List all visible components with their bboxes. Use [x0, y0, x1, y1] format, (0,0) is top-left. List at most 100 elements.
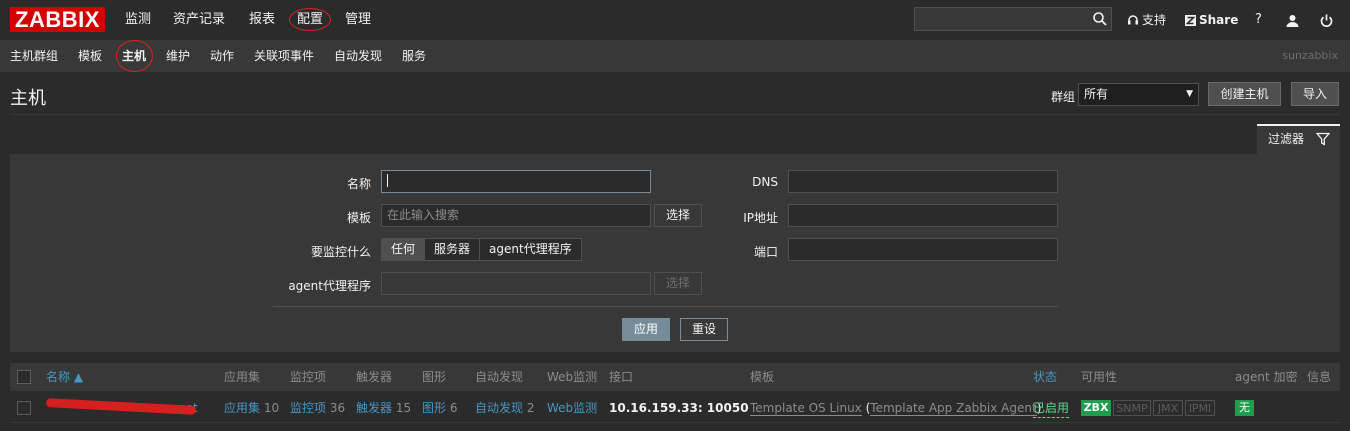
template-select-button[interactable]: 选择 — [654, 204, 702, 227]
monitored-by-label: 要监控什么 — [310, 245, 371, 259]
subnav-correlation[interactable]: 关联项事件 — [254, 40, 314, 72]
table-header: 名称 ▲ 应用集 监控项 触发器 图形 自动发现 Web监测 接口 模板 状态 … — [10, 363, 1340, 391]
text-caret — [387, 174, 388, 187]
proxy-label: agent代理程序 — [288, 279, 371, 293]
discovery-link[interactable]: 自动发现 — [475, 401, 523, 415]
triggers-link[interactable]: 触发器 — [356, 401, 392, 415]
group-select-value: 所有 — [1084, 87, 1109, 101]
subnav-templates[interactable]: 模板 — [78, 40, 102, 72]
nav-inventory[interactable]: 资产记录 — [173, 0, 225, 40]
headset-icon — [1128, 15, 1138, 25]
ip-input[interactable] — [788, 204, 1058, 227]
subnav-services[interactable]: 服务 — [402, 40, 426, 72]
current-user: sunzabbix — [1282, 49, 1338, 62]
zabbix-logo[interactable]: ZABBIX — [10, 7, 105, 32]
nav-monitoring[interactable]: 监测 — [125, 0, 151, 40]
filter-icon — [1316, 132, 1330, 146]
search-input[interactable] — [914, 7, 1112, 31]
filter-panel — [10, 154, 1340, 352]
nav-reports[interactable]: 报表 — [249, 0, 275, 40]
subnav-discovery[interactable]: 自动发现 — [334, 40, 382, 72]
col-availability: 可用性 — [1081, 370, 1118, 384]
col-discovery: 自动发现 — [475, 370, 524, 384]
support-link[interactable]: 支持 — [1127, 0, 1166, 40]
support-label: 支持 — [1142, 13, 1167, 27]
user-icon — [1286, 14, 1299, 27]
col-applications: 应用集 — [224, 370, 261, 384]
name-input[interactable] — [381, 170, 651, 193]
monitored-by-proxy[interactable]: agent代理程序 — [480, 239, 581, 260]
snmp-availability-badge: SNMP — [1113, 400, 1151, 416]
create-host-button[interactable]: 创建主机 — [1208, 82, 1281, 106]
col-info: 信息 — [1307, 370, 1332, 384]
zabbix-share-icon — [1185, 14, 1196, 26]
monitored-by-any[interactable]: 任何 — [382, 239, 426, 260]
applications-link[interactable]: 应用集 — [224, 401, 260, 415]
filter-tab-label: 过滤器 — [1268, 132, 1305, 146]
monitored-by-server[interactable]: 服务器 — [425, 239, 481, 260]
name-label: 名称 — [346, 177, 371, 191]
search-icon[interactable] — [1092, 11, 1108, 27]
discovery-count: 2 — [526, 401, 535, 415]
proxy-input — [381, 272, 651, 295]
dns-input[interactable] — [788, 170, 1058, 193]
col-items: 监控项 — [290, 370, 327, 384]
profile-link[interactable] — [1286, 0, 1299, 40]
sign-out-link[interactable] — [1320, 0, 1333, 40]
page-title: 主机 — [10, 88, 46, 109]
status-enabled-link[interactable]: 已启用 — [1033, 397, 1070, 418]
encryption-badge: 无 — [1235, 400, 1254, 416]
port-input[interactable] — [788, 238, 1058, 261]
items-link[interactable]: 监控项 — [290, 401, 326, 415]
share-link[interactable]: Share — [1185, 0, 1238, 40]
items-count: 36 — [329, 401, 346, 415]
col-interface: 接口 — [609, 370, 634, 384]
sub-nav: 主机群组 模板 主机 维护 动作 关联项事件 自动发现 服务 sunzabbix — [0, 40, 1350, 72]
reset-button[interactable]: 重设 — [680, 318, 728, 341]
dns-label: DNS — [752, 175, 778, 189]
subnav-maintenance[interactable]: 维护 — [166, 40, 190, 72]
zbx-availability-badge: ZBX — [1081, 400, 1111, 416]
nav-configuration[interactable]: 配置 — [297, 0, 323, 40]
col-agent-encryption: agent 加密 — [1235, 370, 1298, 384]
table-row — [10, 424, 1340, 431]
group-select[interactable]: 所有 ▼ — [1078, 83, 1199, 106]
import-button[interactable]: 导入 — [1291, 82, 1339, 106]
ip-label: IP地址 — [743, 211, 778, 225]
help-icon[interactable]: ? — [1255, 0, 1262, 40]
proxy-select-button: 选择 — [654, 272, 702, 295]
apply-button[interactable]: 应用 — [622, 318, 670, 341]
applications-count: 10 — [263, 401, 280, 415]
filter-tab[interactable]: 过滤器 — [1257, 124, 1340, 154]
col-graphs: 图形 — [422, 370, 447, 384]
template-search-input[interactable]: 在此输入搜索 — [381, 204, 651, 227]
graphs-count: 6 — [449, 401, 458, 415]
monitored-by-segment: 任何 服务器 agent代理程序 — [381, 238, 582, 261]
template-agent-link[interactable]: Template App Zabbix Agent — [870, 401, 1037, 416]
web-link[interactable]: Web监测 — [547, 393, 597, 423]
table-row: net 应用集 10 监控项 36 触发器 15 图形 6 自动发现 2 Web… — [10, 393, 1340, 423]
select-all-checkbox[interactable] — [17, 370, 31, 384]
subnav-actions[interactable]: 动作 — [210, 40, 234, 72]
interface-value: 10.16.159.33: 10050 — [609, 401, 749, 415]
power-icon — [1320, 14, 1333, 27]
filter-divider — [273, 306, 1058, 307]
graphs-link[interactable]: 图形 — [422, 401, 446, 415]
dropdown-arrow-icon: ▼ — [1186, 89, 1193, 99]
subnav-hosts[interactable]: 主机 — [122, 40, 146, 72]
port-label: 端口 — [753, 245, 778, 259]
template-paren-open: ( — [861, 401, 871, 415]
col-status[interactable]: 状态 — [1033, 363, 1057, 391]
jmx-availability-badge: JMX — [1153, 400, 1183, 416]
nav-administration[interactable]: 管理 — [345, 0, 371, 40]
ipmi-availability-badge: IPMI — [1185, 400, 1215, 416]
col-triggers: 触发器 — [356, 370, 393, 384]
subnav-host-groups[interactable]: 主机群组 — [10, 40, 58, 72]
triggers-count: 15 — [395, 401, 412, 415]
row-checkbox[interactable] — [17, 401, 31, 415]
col-web: Web监测 — [547, 370, 598, 384]
template-os-link[interactable]: Template OS Linux — [750, 401, 862, 416]
col-name[interactable]: 名称 ▲ — [46, 363, 83, 391]
divider — [10, 114, 1340, 115]
top-bar: ZABBIX 监测 资产记录 报表 配置 管理 支持 Share ? — [0, 0, 1350, 40]
